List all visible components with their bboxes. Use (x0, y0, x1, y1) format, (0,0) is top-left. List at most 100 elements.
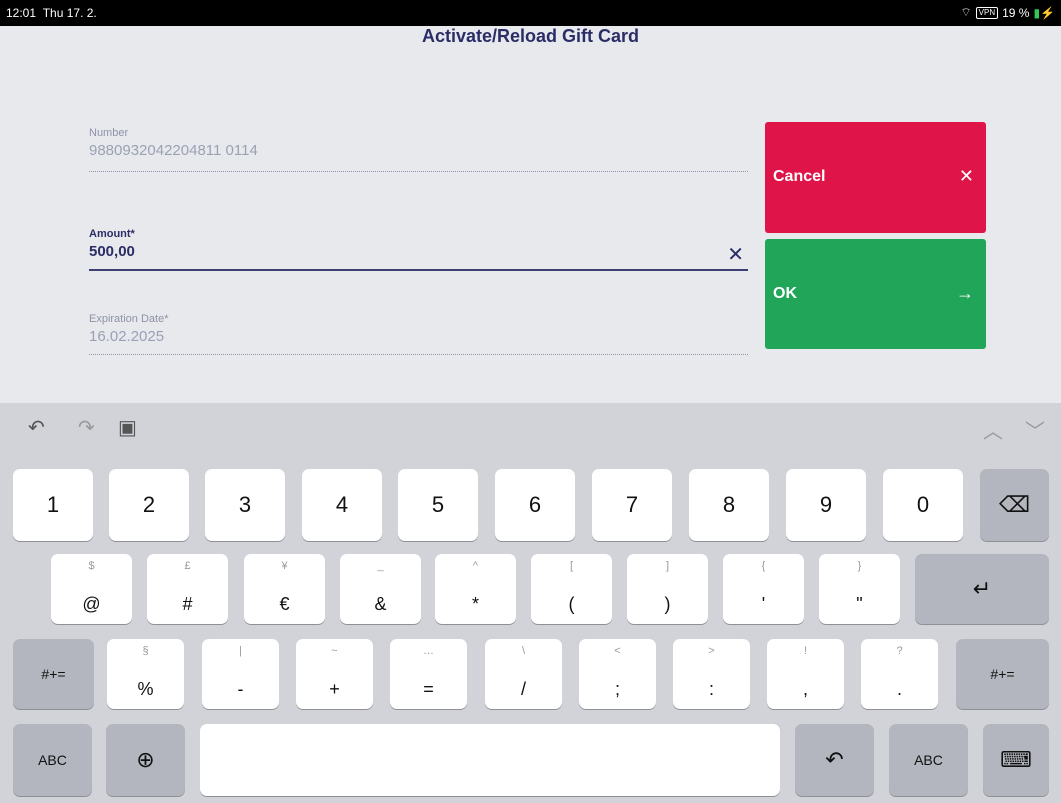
symbols-key-right[interactable]: #+= (956, 639, 1049, 709)
key-hash[interactable]: £ # (147, 554, 228, 624)
key-primary: + (329, 679, 340, 699)
key-period[interactable]: ?. (861, 639, 938, 709)
key-label: 2 (142, 492, 156, 517)
key-secondary: … (423, 645, 434, 657)
number-underline (89, 171, 748, 172)
paste-icon[interactable]: ▣ (118, 415, 137, 440)
key-3[interactable]: 3 (205, 469, 285, 541)
key-minus[interactable]: | - (202, 639, 279, 709)
key-primary: % (137, 679, 154, 699)
key-primary: * (471, 594, 479, 614)
key-4[interactable]: 4 (302, 469, 382, 541)
key-label: ABC (914, 752, 943, 768)
key-semicolon[interactable]: <; (579, 639, 656, 709)
key-secondary: \ (521, 645, 526, 657)
cancel-button[interactable]: Cancel ✕ (765, 122, 986, 233)
key-2[interactable]: 2 (109, 469, 189, 541)
clear-icon[interactable]: ✕ (727, 242, 744, 267)
key-5[interactable]: 5 (398, 469, 478, 541)
key-plus[interactable]: ~ + (296, 639, 373, 709)
battery-percent: 19 % (1002, 5, 1030, 20)
backspace-icon: ⌫ (998, 492, 1031, 517)
key-colon[interactable]: >: (673, 639, 750, 709)
return-icon: ↵ (972, 576, 992, 601)
key-label: 9 (819, 492, 833, 517)
key-ampersand[interactable]: _ & (340, 554, 421, 624)
key-8[interactable]: 8 (689, 469, 769, 541)
keyboard-icon: ⌨ (1000, 747, 1032, 772)
key-secondary: _ (377, 560, 384, 572)
keyboard: ↶ ↷ ▣ ︿ ﹀ 1 2 3 4 5 6 7 8 9 0 ⌫ $ @ £ # ¥ €… (0, 403, 1061, 803)
undo-key[interactable]: ↶ (795, 724, 874, 796)
expiration-label: Expiration Date* (89, 313, 169, 325)
key-label: 7 (625, 492, 639, 517)
key-primary: ) (664, 594, 671, 614)
key-secondary: > (708, 645, 715, 657)
key-euro[interactable]: ¥ € (244, 554, 325, 624)
expiration-field[interactable]: Expiration Date* 16.02.2025 (89, 313, 748, 357)
key-secondary: ¥ (281, 560, 288, 572)
undo-icon[interactable]: ↶ (28, 415, 45, 440)
key-label: 5 (431, 492, 445, 517)
abc-key-left[interactable]: ABC (13, 724, 92, 796)
abc-key-right[interactable]: ABC (889, 724, 968, 796)
status-bar: 12:01 Thu 17. 2. ⌔ VPN 19 % ▮⚡ (0, 0, 1061, 26)
amount-input[interactable]: 500,00 (89, 243, 748, 260)
key-label: 3 (238, 492, 252, 517)
key-label: 1 (46, 492, 60, 517)
amount-field[interactable]: Amount* 500,00 ✕ (89, 228, 748, 272)
key-primary: ' (761, 594, 766, 614)
battery-icon: ▮⚡ (1033, 5, 1055, 20)
key-secondary: { (761, 560, 766, 572)
key-secondary: ! (803, 645, 808, 657)
key-primary: ( (568, 594, 575, 614)
key-paren-open[interactable]: [( (531, 554, 612, 624)
expiration-value[interactable]: 16.02.2025 (89, 328, 748, 345)
symbols-key-left[interactable]: #+= (13, 639, 94, 709)
key-0[interactable]: 0 (883, 469, 963, 541)
key-equals[interactable]: … = (390, 639, 467, 709)
delete-key[interactable]: ⌫ (980, 469, 1049, 541)
key-apostrophe[interactable]: {' (723, 554, 804, 624)
key-1[interactable]: 1 (13, 469, 93, 541)
key-secondary: [ (569, 560, 574, 572)
key-quote[interactable]: } " (819, 554, 900, 624)
key-6[interactable]: 6 (495, 469, 575, 541)
space-key[interactable] (200, 724, 780, 796)
globe-key[interactable]: ⊕ (106, 724, 185, 796)
status-time: 12:01 Thu 17. 2. (6, 6, 97, 20)
key-asterisk[interactable]: ^ * (435, 554, 516, 624)
key-secondary: < (614, 645, 621, 657)
key-at[interactable]: $ @ (51, 554, 132, 624)
key-primary: " (856, 594, 863, 614)
key-label: 4 (335, 492, 349, 517)
key-label: 6 (528, 492, 542, 517)
expiration-underline (89, 354, 748, 355)
redo-icon[interactable]: ↷ (78, 415, 95, 440)
key-7[interactable]: 7 (592, 469, 672, 541)
chevron-up-icon[interactable]: ︿ (983, 415, 1003, 444)
key-secondary: ^ (472, 560, 479, 572)
ok-label: OK (773, 285, 797, 302)
key-secondary: ? (896, 645, 903, 657)
key-secondary: $ (88, 560, 95, 572)
key-paren-close[interactable]: ]) (627, 554, 708, 624)
key-primary: . (896, 679, 902, 699)
key-label: ABC (38, 752, 67, 768)
key-percent[interactable]: §% (107, 639, 184, 709)
key-primary: & (374, 594, 387, 614)
hide-keyboard-key[interactable]: ⌨ (983, 724, 1049, 796)
amount-label: Amount* (89, 228, 135, 240)
key-label: #+= (990, 666, 1015, 682)
ok-button[interactable]: OK → (765, 239, 986, 349)
key-9[interactable]: 9 (786, 469, 866, 541)
key-comma[interactable]: !, (767, 639, 844, 709)
chevron-down-icon[interactable]: ﹀ (1025, 415, 1045, 444)
key-primary: , (802, 679, 808, 699)
vpn-badge: VPN (975, 6, 999, 19)
key-label: 0 (916, 492, 930, 517)
key-slash[interactable]: \ / (485, 639, 562, 709)
return-key[interactable]: ↵ (915, 554, 1049, 624)
globe-icon: ⊕ (136, 747, 155, 772)
number-field: Number 9880932042204811 0114 (89, 127, 748, 173)
